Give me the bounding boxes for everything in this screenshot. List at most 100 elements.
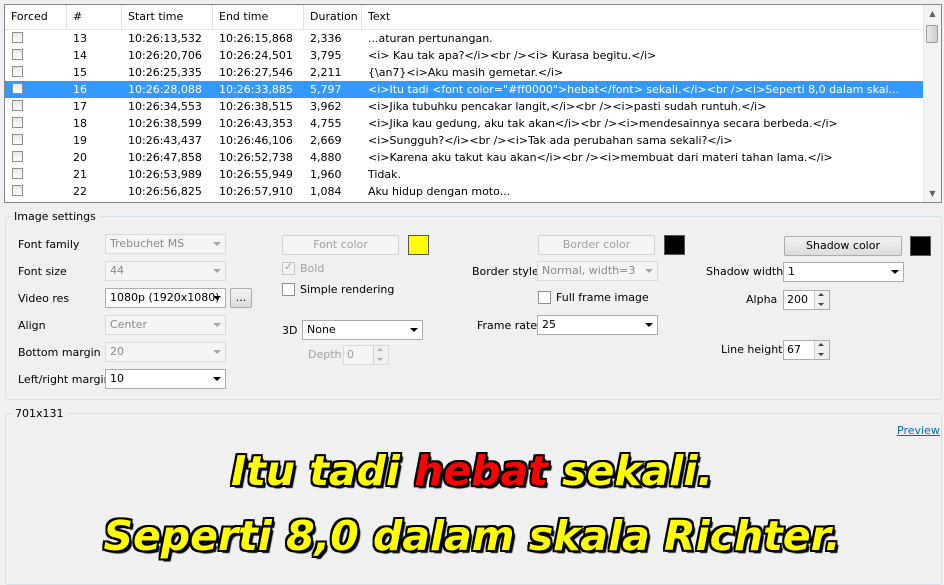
cell-dur: 2,336	[310, 32, 342, 45]
column-header-start-time[interactable]: Start time	[122, 5, 213, 29]
column-header-number[interactable]: #	[67, 5, 122, 29]
spin-up-icon[interactable]	[814, 291, 829, 300]
column-header-forced[interactable]: Forced	[5, 5, 67, 29]
cell-dur: 3,795	[310, 49, 342, 62]
cell-end: 10:26:43,353	[219, 117, 293, 130]
video-res-more-button[interactable]: ...	[230, 288, 252, 308]
forced-checkbox[interactable]	[12, 49, 23, 60]
spin-up-icon[interactable]	[814, 341, 829, 350]
forced-checkbox[interactable]	[12, 100, 23, 111]
cell-num: 20	[73, 151, 87, 164]
table-row[interactable]: 17 10:26:34,553 10:26:38,515 3,962 <i>Jika t…	[5, 98, 923, 115]
table-row[interactable]: 19 10:26:43,437 10:26:46,106 2,669 <i>Sunggu…	[5, 132, 923, 149]
cell-start: 10:26:53,989	[128, 168, 202, 181]
3d-select[interactable]: None	[302, 320, 423, 340]
cell-num: 14	[73, 49, 87, 62]
forced-checkbox[interactable]	[12, 83, 23, 94]
forced-checkbox[interactable]	[12, 185, 23, 196]
cell-text: <i>Itu tadi <font color="#ff0000">hebat<…	[368, 83, 900, 96]
table-row[interactable]: 14 10:26:20,706 10:26:24,501 3,795 <i> Kau t…	[5, 47, 923, 64]
cell-num: 13	[73, 32, 87, 45]
column-header-text[interactable]: Text	[362, 5, 925, 29]
chevron-down-icon	[209, 235, 225, 253]
cell-end: 10:26:27,546	[219, 66, 293, 79]
cell-end: 10:26:55,949	[219, 168, 293, 181]
cell-start: 10:26:56,825	[128, 185, 202, 198]
cell-text: <i>Sungguh?</i><br /><i>Tak ada perubaha…	[368, 134, 733, 147]
cell-dur: 1,960	[310, 168, 342, 181]
subtitle-red-word: hebat	[414, 447, 548, 495]
font-size-label: Font size	[18, 265, 67, 278]
chevron-down-icon	[406, 321, 422, 339]
simple-rendering-checkbox[interactable]	[282, 283, 295, 296]
subtitle-preview-line-1: Itu tadi hebat sekali.	[0, 447, 944, 495]
table-row[interactable]: 22 10:26:56,825 10:26:57,910 1,084 Aku hidup…	[5, 183, 923, 200]
font-color-button: Font color	[282, 235, 399, 255]
table-row[interactable]: 15 10:26:25,335 10:26:27,546 2,211 {\an7}<i>…	[5, 64, 923, 81]
forced-checkbox[interactable]	[12, 32, 23, 43]
line-height-spinner[interactable]: 67	[783, 340, 830, 360]
table-row[interactable]: 20 10:26:47,858 10:26:52,738 4,880 <i>Karena…	[5, 149, 923, 166]
cell-end: 10:26:52,738	[219, 151, 293, 164]
bottom-margin-select: 20	[105, 342, 226, 362]
chevron-down-icon	[641, 316, 657, 334]
cell-text: <i> Kau tak apa?</i><br /><i> Kurasa beg…	[368, 49, 657, 62]
line-height-value: 67	[787, 343, 801, 356]
frame-rate-label: Frame rate	[477, 319, 538, 332]
table-row[interactable]: 18 10:26:38,599 10:26:43,353 4,755 <i>Jika k…	[5, 115, 923, 132]
frame-rate-select[interactable]: 25	[537, 315, 658, 335]
cell-start: 10:26:28,088	[128, 83, 202, 96]
shadow-color-swatch[interactable]	[910, 236, 931, 256]
align-select: Center	[105, 315, 226, 335]
cell-dur: 1,084	[310, 185, 342, 198]
subtitle-list[interactable]: Forced # Start time End time Duration Te…	[4, 4, 942, 203]
chevron-down-icon	[641, 262, 657, 280]
scroll-down-icon[interactable]: ▼	[924, 185, 941, 202]
cell-num: 16	[73, 83, 87, 96]
border-style-value: Normal, width=3	[542, 264, 636, 277]
full-frame-checkbox[interactable]	[538, 291, 551, 304]
cell-text: Tidak.	[368, 168, 402, 181]
table-row[interactable]: 13 10:26:13,532 10:26:15,868 2,336 ...aturan…	[5, 30, 923, 47]
list-scrollbar[interactable]: ▲ ▼	[923, 5, 941, 202]
border-style-label: Border style	[472, 265, 539, 278]
shadow-width-label: Shadow width	[706, 265, 784, 278]
alpha-spinner[interactable]: 200	[783, 290, 830, 310]
lr-margin-value: 10	[110, 372, 124, 385]
spin-down-icon[interactable]	[814, 350, 829, 359]
cell-dur: 2,211	[310, 66, 342, 79]
scroll-up-icon[interactable]: ▲	[924, 5, 941, 22]
forced-checkbox[interactable]	[12, 134, 23, 145]
border-style-select: Normal, width=3	[537, 261, 658, 281]
lr-margin-select[interactable]: 10	[105, 369, 226, 389]
cell-num: 15	[73, 66, 87, 79]
cell-dur: 5,797	[310, 83, 342, 96]
shadow-width-select[interactable]: 1	[783, 262, 904, 282]
lr-margin-label: Left/right margin	[18, 373, 111, 386]
shadow-width-value: 1	[788, 265, 795, 278]
subtitle-text-part: Itu tadi	[231, 447, 415, 495]
forced-checkbox[interactable]	[12, 168, 23, 179]
video-res-select[interactable]: 1080p (1920x1080)	[105, 288, 226, 308]
table-row[interactable]: 16 10:26:28,088 10:26:33,885 5,797 <i>Itu ta…	[5, 81, 923, 98]
cell-end: 10:26:33,885	[219, 83, 293, 96]
cell-start: 10:26:38,599	[128, 117, 202, 130]
subtitle-text-part: sekali.	[547, 447, 713, 495]
forced-checkbox[interactable]	[12, 117, 23, 128]
bold-label: Bold	[300, 262, 325, 275]
align-value: Center	[110, 318, 148, 331]
forced-checkbox[interactable]	[12, 66, 23, 77]
shadow-color-button[interactable]: Shadow color	[784, 236, 902, 256]
column-header-end-time[interactable]: End time	[213, 5, 304, 29]
preview-link[interactable]: Preview	[897, 424, 940, 437]
font-family-select: Trebuchet MS	[105, 234, 226, 254]
spin-down-icon[interactable]	[814, 300, 829, 309]
scroll-thumb[interactable]	[926, 25, 938, 43]
cell-num: 19	[73, 134, 87, 147]
column-header-duration[interactable]: Duration	[304, 5, 362, 29]
table-row[interactable]: 21 10:26:53,989 10:26:55,949 1,960 Tidak.	[5, 166, 923, 183]
bold-checkbox: ✓	[282, 260, 295, 275]
cell-text: ...aturan pertunangan.	[368, 32, 493, 45]
forced-checkbox[interactable]	[12, 151, 23, 162]
image-settings-label: Image settings	[11, 210, 99, 223]
